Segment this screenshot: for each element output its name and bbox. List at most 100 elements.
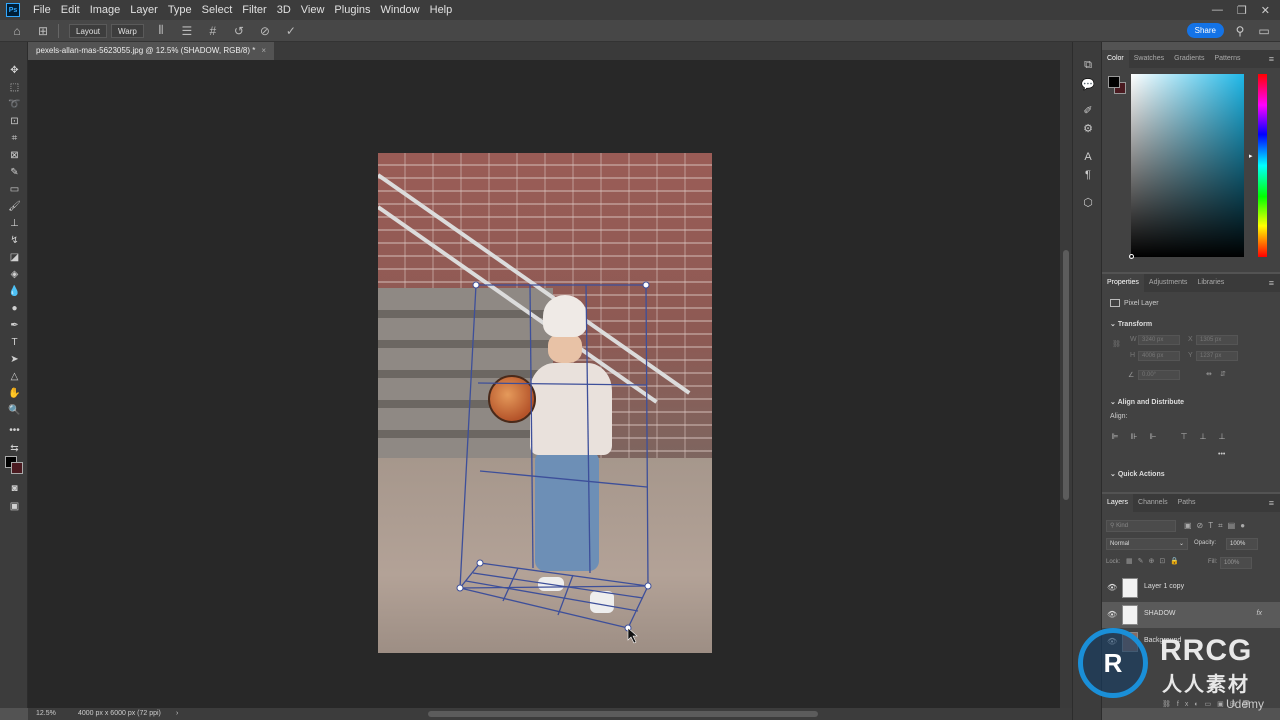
comments-panel-icon[interactable]: 💬 bbox=[1081, 78, 1095, 92]
foreground-swatch[interactable] bbox=[1108, 76, 1120, 88]
paragraph-panel-icon[interactable]: ¶ bbox=[1081, 168, 1095, 182]
brush-tool-icon[interactable]: 🖌 bbox=[6, 200, 23, 214]
blend-mode-select[interactable]: Normal ⌄ bbox=[1106, 538, 1188, 550]
tab-color[interactable]: Color bbox=[1102, 50, 1129, 68]
crop-tool-icon[interactable]: ⌗ bbox=[6, 132, 23, 146]
tab-properties[interactable]: Properties bbox=[1102, 274, 1144, 292]
brush-settings-icon[interactable]: ✐ bbox=[1081, 104, 1095, 118]
align-center-icon[interactable]: ⊪ bbox=[1129, 432, 1139, 442]
eraser-tool-icon[interactable]: ◪ bbox=[6, 251, 23, 265]
menu-select[interactable]: Select bbox=[197, 4, 238, 16]
home-icon[interactable]: ⌂ bbox=[8, 22, 26, 40]
lock-icons[interactable]: ▦✎⊕⊡🔒 bbox=[1126, 557, 1184, 565]
3d-panel-icon[interactable]: ⬡ bbox=[1081, 196, 1095, 210]
split-cross-icon[interactable]: # bbox=[204, 22, 222, 40]
warp-mesh[interactable] bbox=[378, 153, 712, 653]
split-vertical-icon[interactable]: ⦀ bbox=[152, 22, 170, 40]
pen-tool-icon[interactable]: ✒ bbox=[6, 319, 23, 333]
more-options-icon[interactable]: ••• bbox=[1218, 451, 1225, 458]
warp-handle[interactable] bbox=[644, 582, 652, 590]
hue-slider[interactable] bbox=[1258, 74, 1267, 257]
width-field[interactable]: 3240 px bbox=[1138, 335, 1180, 345]
flip-vertical-icon[interactable]: ⇵ bbox=[1220, 370, 1226, 378]
menu-help[interactable]: Help bbox=[425, 4, 458, 16]
height-field[interactable]: 4006 px bbox=[1138, 351, 1180, 361]
menu-edit[interactable]: Edit bbox=[56, 4, 85, 16]
reset-icon[interactable]: ↺ bbox=[230, 22, 248, 40]
align-middle-icon[interactable]: ⊥ bbox=[1198, 432, 1208, 442]
background-color-swatch[interactable] bbox=[11, 462, 23, 474]
layer-filter-icons[interactable]: ▣⊘T⌗▤● bbox=[1184, 521, 1250, 531]
panel-menu-icon[interactable]: ≡ bbox=[1269, 50, 1274, 68]
eye-icon[interactable]: 👁 bbox=[1107, 583, 1117, 592]
warp-handle[interactable] bbox=[472, 281, 480, 289]
marquee-tool-icon[interactable]: ⬚ bbox=[6, 81, 23, 95]
flip-horizontal-icon[interactable]: ⇹ bbox=[1206, 370, 1212, 378]
align-right-icon[interactable]: ⊩ bbox=[1148, 432, 1158, 442]
tab-swatches[interactable]: Swatches bbox=[1129, 50, 1169, 68]
history-brush-icon[interactable]: ↯ bbox=[6, 234, 23, 248]
lasso-tool-icon[interactable]: ➰ bbox=[6, 98, 23, 112]
align-left-icon[interactable]: ⊫ bbox=[1110, 432, 1120, 442]
warp-handle[interactable] bbox=[642, 281, 650, 289]
shape-tool-icon[interactable]: △ bbox=[6, 370, 23, 384]
fg-bg-swatches[interactable] bbox=[1108, 76, 1130, 98]
close-window-icon[interactable]: ✕ bbox=[1261, 4, 1270, 17]
close-tab-icon[interactable]: × bbox=[261, 46, 266, 55]
tab-patterns[interactable]: Patterns bbox=[1209, 50, 1245, 68]
menu-plugins[interactable]: Plugins bbox=[329, 4, 375, 16]
blur-tool-icon[interactable]: 💧 bbox=[6, 285, 23, 299]
canvas-area[interactable] bbox=[28, 60, 1060, 708]
screen-mode-icon[interactable]: ▣ bbox=[6, 500, 23, 514]
eyedropper-tool-icon[interactable]: ✎ bbox=[6, 166, 23, 180]
menu-layer[interactable]: Layer bbox=[125, 4, 163, 16]
layer-effects-icon[interactable]: fx bbox=[1257, 610, 1262, 617]
menu-file[interactable]: File bbox=[28, 4, 56, 16]
tab-paths[interactable]: Paths bbox=[1173, 494, 1201, 512]
tab-libraries[interactable]: Libraries bbox=[1192, 274, 1229, 292]
opacity-field[interactable]: 100% bbox=[1226, 538, 1258, 550]
vertical-scrollbar[interactable] bbox=[1060, 60, 1072, 708]
move-tool-icon[interactable]: ✥ bbox=[6, 64, 23, 78]
y-field[interactable]: 1237 px bbox=[1196, 351, 1238, 361]
warp-handle[interactable] bbox=[476, 559, 484, 567]
dodge-tool-icon[interactable]: ● bbox=[6, 302, 23, 316]
menu-type[interactable]: Type bbox=[163, 4, 197, 16]
character-panel-icon[interactable]: A bbox=[1081, 150, 1095, 164]
history-panel-icon[interactable]: ⧉ bbox=[1081, 58, 1095, 72]
vertical-scroll-thumb[interactable] bbox=[1063, 250, 1069, 500]
layer-row[interactable]: 👁 Layer 1 copy bbox=[1102, 575, 1280, 601]
document-tab[interactable]: pexels-allan-mas-5623055.jpg @ 12.5% (SH… bbox=[28, 42, 274, 60]
quick-mask-icon[interactable]: ◙ bbox=[6, 482, 23, 496]
align-section[interactable]: ⌄ Align and Distribute bbox=[1110, 398, 1184, 406]
document-image[interactable] bbox=[378, 153, 712, 653]
tab-channels[interactable]: Channels bbox=[1133, 494, 1173, 512]
layer-row-selected[interactable]: 👁 SHADOW fx bbox=[1102, 602, 1280, 628]
workspace-icon[interactable]: ▭ bbox=[1256, 24, 1272, 38]
zoom-tool-icon[interactable]: 🔍 bbox=[6, 404, 23, 418]
transform-section[interactable]: ⌄ Transform bbox=[1110, 320, 1152, 328]
warp-button[interactable]: Warp bbox=[111, 23, 144, 38]
maximize-icon[interactable]: ❐ bbox=[1237, 4, 1247, 17]
search-icon[interactable]: ⚲ bbox=[1232, 24, 1248, 38]
panel-menu-icon[interactable]: ≡ bbox=[1269, 494, 1274, 512]
link-icon[interactable]: ⛓ bbox=[1112, 340, 1121, 348]
warp-handle[interactable] bbox=[456, 584, 464, 592]
menu-view[interactable]: View bbox=[296, 4, 330, 16]
quick-actions-section[interactable]: ⌄ Quick Actions bbox=[1110, 470, 1165, 478]
x-field[interactable]: 1305 px bbox=[1196, 335, 1238, 345]
hand-tool-icon[interactable]: ✋ bbox=[6, 387, 23, 401]
horizontal-scroll-thumb[interactable] bbox=[428, 711, 818, 717]
stamp-tool-icon[interactable]: ⊥ bbox=[6, 217, 23, 231]
menu-3d[interactable]: 3D bbox=[272, 4, 296, 16]
panel-menu-icon[interactable]: ≡ bbox=[1269, 274, 1274, 292]
layout-button[interactable]: Layout bbox=[69, 23, 108, 38]
share-button[interactable]: Share bbox=[1186, 23, 1224, 38]
minimize-icon[interactable]: — bbox=[1212, 4, 1223, 17]
more-tools-icon[interactable]: ••• bbox=[6, 424, 23, 438]
zoom-level[interactable]: 12.5% bbox=[36, 708, 56, 720]
paint-bucket-icon[interactable]: ◈ bbox=[6, 268, 23, 282]
commit-transform-icon[interactable]: ✓ bbox=[282, 22, 300, 40]
eye-icon[interactable]: 👁 bbox=[1107, 610, 1117, 619]
tab-layers[interactable]: Layers bbox=[1102, 494, 1134, 512]
